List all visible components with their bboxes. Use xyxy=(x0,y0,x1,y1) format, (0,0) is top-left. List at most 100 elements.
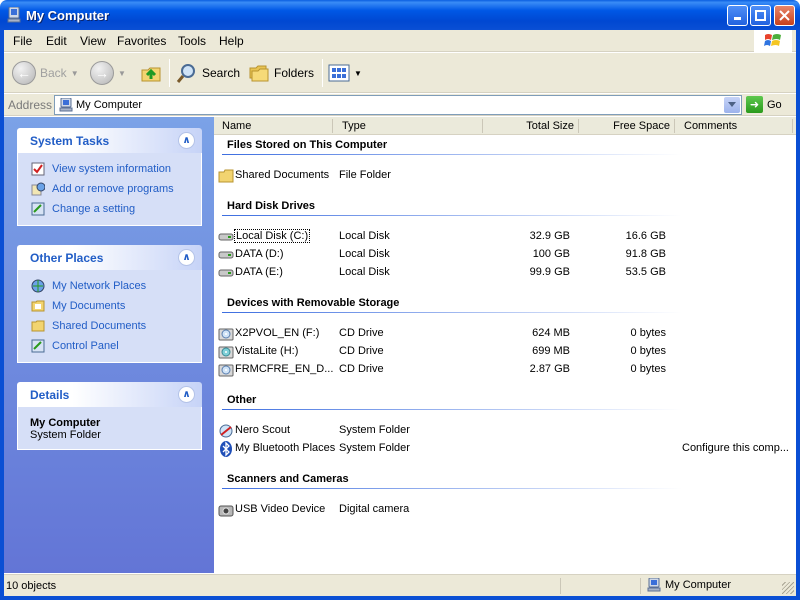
my-computer-icon xyxy=(7,7,21,23)
back-dropdown-icon[interactable]: ▼ xyxy=(71,69,79,78)
menu-file[interactable]: File xyxy=(13,34,32,48)
list-item[interactable]: USB Video Device Digital camera xyxy=(218,501,790,519)
resize-grip[interactable] xyxy=(782,582,794,594)
list-item[interactable]: Local Disk (C:) Local Disk 32.9 GB 16.6 … xyxy=(218,228,790,246)
collapse-icon[interactable]: ∧ xyxy=(178,386,195,403)
place-label: Control Panel xyxy=(52,340,119,352)
nero-scout-icon xyxy=(218,423,234,439)
group-hard-disk-drives: Hard Disk Drives xyxy=(227,200,316,212)
menu-favorites[interactable]: Favorites xyxy=(117,34,166,48)
details-title: Details xyxy=(30,388,70,402)
collapse-icon[interactable]: ∧ xyxy=(178,132,195,149)
group-scanners-cameras: Scanners and Cameras xyxy=(227,473,349,485)
other-places-panel: Other Places ∧ My Network Places My Docu… xyxy=(17,245,202,363)
list-item[interactable]: FRMCFRE_EN_D... CD Drive 2.87 GB 0 bytes xyxy=(218,361,790,379)
address-input[interactable]: My Computer xyxy=(54,95,742,115)
add-remove-programs-icon xyxy=(30,181,46,197)
task-label: Change a setting xyxy=(52,203,136,215)
details-panel: Details ∧ My Computer System Folder xyxy=(17,382,202,450)
address-dropdown-button[interactable] xyxy=(724,97,740,113)
task-label: View system information xyxy=(52,163,172,175)
task-change-setting[interactable]: Change a setting xyxy=(30,199,201,219)
item-name: DATA (E:) xyxy=(235,266,283,278)
task-add-remove-programs[interactable]: Add or remove programs xyxy=(30,179,201,199)
folder-icon xyxy=(30,318,46,334)
other-places-header[interactable]: Other Places ∧ xyxy=(17,245,202,270)
close-button[interactable] xyxy=(774,5,795,26)
menu-edit[interactable]: Edit xyxy=(46,34,67,48)
item-free-space: 53.5 GB xyxy=(625,266,666,278)
collapse-icon[interactable]: ∧ xyxy=(178,249,195,266)
hard-disk-icon xyxy=(218,229,234,245)
column-comments[interactable]: Comments xyxy=(684,120,737,132)
search-button[interactable]: Search xyxy=(176,58,240,88)
item-free-space: 91.8 GB xyxy=(625,248,666,260)
column-separator[interactable] xyxy=(482,119,483,133)
place-my-network-places[interactable]: My Network Places xyxy=(30,276,201,296)
column-name[interactable]: Name xyxy=(222,120,251,132)
toolbar-separator xyxy=(169,59,170,87)
group-files-stored: Files Stored on This Computer xyxy=(227,139,388,151)
views-dropdown-icon[interactable]: ▼ xyxy=(354,69,362,78)
task-view-system-information[interactable]: View system information xyxy=(30,159,201,179)
back-button[interactable]: ← Back ▼ xyxy=(12,58,79,88)
hard-disk-icon xyxy=(218,247,234,263)
place-control-panel[interactable]: Control Panel xyxy=(30,336,201,356)
item-type: Local Disk xyxy=(339,230,390,242)
place-shared-documents[interactable]: Shared Documents xyxy=(30,316,201,336)
item-name: FRMCFRE_EN_D... xyxy=(235,363,334,375)
folder-icon xyxy=(218,168,234,184)
list-item[interactable]: X2PVOL_EN (F:) CD Drive 624 MB 0 bytes xyxy=(218,325,790,343)
up-folder-button[interactable] xyxy=(140,58,162,88)
group-divider xyxy=(222,488,682,489)
maximize-icon xyxy=(755,10,766,21)
list-item[interactable]: VistaLite (H:) CD Drive 699 MB 0 bytes xyxy=(218,343,790,361)
list-item[interactable]: DATA (D:) Local Disk 100 GB 91.8 GB xyxy=(218,246,790,264)
title-bar[interactable]: My Computer xyxy=(0,0,800,30)
column-type[interactable]: Type xyxy=(342,120,366,132)
forward-dropdown-icon[interactable]: ▼ xyxy=(118,69,126,78)
group-removable-storage: Devices with Removable Storage xyxy=(227,297,400,309)
column-total-size[interactable]: Total Size xyxy=(526,120,574,132)
item-total-size: 699 MB xyxy=(532,345,570,357)
my-computer-icon xyxy=(647,578,661,592)
item-name: VistaLite (H:) xyxy=(235,345,299,357)
views-button[interactable]: ▼ xyxy=(328,58,362,88)
folders-button[interactable]: Folders xyxy=(248,58,314,88)
go-button[interactable]: ➜ Go xyxy=(746,96,782,113)
item-name: Nero Scout xyxy=(235,424,291,436)
cd-drive-icon xyxy=(218,362,234,378)
menu-tools[interactable]: Tools xyxy=(178,34,206,48)
forward-button[interactable]: → ▼ xyxy=(90,58,126,88)
column-free-space[interactable]: Free Space xyxy=(613,120,670,132)
status-bar: 10 objects My Computer xyxy=(4,574,796,596)
list-item[interactable]: Shared Documents File Folder xyxy=(218,167,790,185)
place-my-documents[interactable]: My Documents xyxy=(30,296,201,316)
list-item[interactable]: My Bluetooth Places System Folder Config… xyxy=(218,440,790,458)
status-separator xyxy=(640,578,641,594)
column-separator[interactable] xyxy=(674,119,675,133)
list-item[interactable]: Nero Scout System Folder xyxy=(218,422,790,440)
minimize-button[interactable] xyxy=(727,5,748,26)
group-other: Other xyxy=(227,394,257,406)
item-type: CD Drive xyxy=(339,345,384,357)
list-item[interactable]: DATA (E:) Local Disk 99.9 GB 53.5 GB xyxy=(218,264,790,282)
folders-icon xyxy=(249,65,269,82)
menu-view[interactable]: View xyxy=(80,34,106,48)
item-type: File Folder xyxy=(339,169,391,181)
place-label: My Network Places xyxy=(52,280,147,292)
hard-disk-icon xyxy=(218,265,234,281)
item-type: Digital camera xyxy=(339,503,410,515)
details-header[interactable]: Details ∧ xyxy=(17,382,202,407)
item-type: System Folder xyxy=(339,424,410,436)
item-total-size: 100 GB xyxy=(532,248,570,260)
column-separator[interactable] xyxy=(332,119,333,133)
system-tasks-header[interactable]: System Tasks ∧ xyxy=(17,128,202,153)
column-separator[interactable] xyxy=(578,119,579,133)
maximize-button[interactable] xyxy=(750,5,771,26)
window-frame-right xyxy=(796,30,800,600)
column-separator[interactable] xyxy=(792,119,793,133)
item-total-size: 32.9 GB xyxy=(529,230,570,242)
system-tasks-title: System Tasks xyxy=(30,134,110,148)
menu-help[interactable]: Help xyxy=(219,34,244,48)
